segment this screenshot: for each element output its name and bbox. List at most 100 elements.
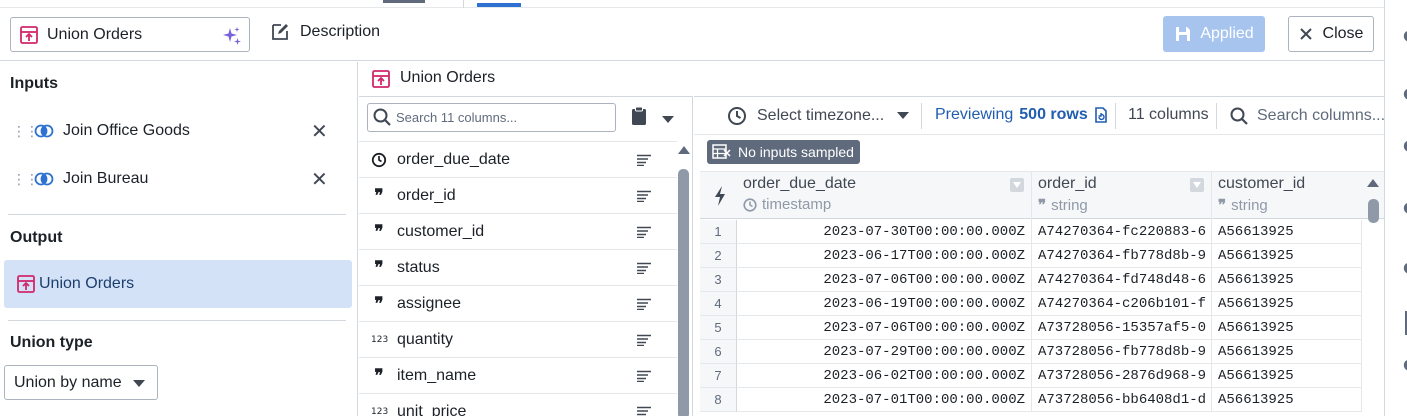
close-button[interactable]: Close <box>1288 16 1374 52</box>
table-row[interactable]: 4 2023-06-19T00:00:00.000Z A74270364-c206b… <box>700 292 1384 316</box>
column-header[interactable]: order_id ❞ string <box>1032 172 1212 220</box>
sort-lines-icon[interactable] <box>636 370 652 382</box>
sort-lines-icon[interactable] <box>636 334 652 346</box>
column-header[interactable]: order_due_date timestamp <box>737 172 1032 220</box>
column-list-item[interactable]: 123 quantity <box>359 321 677 357</box>
column-list-item[interactable]: ❞ customer_id <box>359 213 677 249</box>
output-dataset-title: Union Orders <box>400 69 496 86</box>
cell-customer-id[interactable]: A56613925 <box>1212 220 1362 244</box>
rail-icon[interactable]: ◖ <box>1403 198 1407 216</box>
column-list-item[interactable]: 123 unit_price <box>359 393 677 416</box>
timezone-select[interactable]: Select timezone... <box>727 106 884 126</box>
sort-lines-icon[interactable] <box>636 262 652 274</box>
sort-lines-icon[interactable] <box>636 226 652 238</box>
cell-order-due-date[interactable]: 2023-06-17T00:00:00.000Z <box>737 244 1032 268</box>
column-menu-icon[interactable] <box>1190 178 1204 192</box>
cell-order-id[interactable]: A73728056-15357af5-0 <box>1032 316 1212 340</box>
input-item[interactable]: ⋮⋮ Join Office Goods ✕ <box>0 113 358 149</box>
join-icon <box>34 172 54 186</box>
column-header-name: order_id <box>1038 175 1097 192</box>
sort-lines-icon[interactable] <box>636 190 652 202</box>
sort-lines-icon[interactable] <box>636 298 652 310</box>
sort-lines-icon[interactable] <box>636 154 652 166</box>
column-list-item[interactable]: ❞ item_name <box>359 357 677 393</box>
column-header-name: customer_id <box>1218 175 1306 192</box>
column-list-item[interactable]: ❞ order_id <box>359 177 677 213</box>
number-icon: 123 <box>371 406 389 416</box>
column-name: status <box>397 258 440 276</box>
cell-order-id[interactable]: A73728056-fb778d8b-9 <box>1032 340 1212 364</box>
preview-rows-button[interactable]: Previewing 500 rows <box>935 106 1108 124</box>
scrollbar-thumb[interactable] <box>1368 199 1379 223</box>
number-icon: 123 <box>371 334 389 345</box>
cell-customer-id[interactable]: A56613925 <box>1212 268 1362 292</box>
table-row[interactable]: 3 2023-07-06T00:00:00.000Z A74270364-fd748… <box>700 268 1384 292</box>
output-title-bar: Union Orders <box>359 62 1384 96</box>
output-item[interactable]: Union Orders <box>4 260 352 308</box>
toolbar-divider <box>1216 103 1217 129</box>
column-list-item[interactable]: order_due_date <box>359 141 677 177</box>
cell-customer-id[interactable]: A56613925 <box>1212 244 1362 268</box>
column-name: quantity <box>397 330 454 348</box>
cell-customer-id[interactable]: A56613925 <box>1212 340 1362 364</box>
cell-order-id[interactable]: A74270364-fb778d8b-9 <box>1032 244 1212 268</box>
remove-input-icon[interactable]: ✕ <box>311 167 328 192</box>
cell-order-due-date[interactable]: 2023-06-19T00:00:00.000Z <box>737 292 1032 316</box>
cell-order-id[interactable]: A74270364-fd748d48-6 <box>1032 268 1212 292</box>
table-row[interactable]: 1 2023-07-30T00:00:00.000Z A74270364-fc220… <box>700 220 1384 244</box>
column-list-item[interactable]: ❞ status <box>359 249 677 285</box>
quote-icon: ❞ <box>1218 196 1227 214</box>
cell-order-due-date[interactable]: 2023-07-29T00:00:00.000Z <box>737 340 1032 364</box>
sort-lines-icon[interactable] <box>636 406 652 416</box>
column-menu-icon[interactable] <box>1010 178 1024 192</box>
cell-customer-id[interactable]: A56613925 <box>1212 316 1362 340</box>
rail-icon[interactable]: ◖ <box>1403 355 1407 373</box>
description-button[interactable]: Description <box>270 22 380 42</box>
section-divider <box>8 214 346 215</box>
cell-order-due-date[interactable]: 2023-06-02T00:00:00.000Z <box>737 364 1032 388</box>
cell-order-due-date[interactable]: 2023-07-30T00:00:00.000Z <box>737 220 1032 244</box>
table-row[interactable]: 6 2023-07-29T00:00:00.000Z A73728056-fb778… <box>700 340 1384 364</box>
cell-order-due-date[interactable]: 2023-07-01T00:00:00.000Z <box>737 388 1032 412</box>
cell-order-due-date[interactable]: 2023-07-06T00:00:00.000Z <box>737 316 1032 340</box>
applied-button[interactable]: Applied <box>1163 16 1265 52</box>
cell-customer-id[interactable]: A56613925 <box>1212 364 1362 388</box>
table-scrollbar[interactable] <box>1366 177 1380 416</box>
cell-customer-id[interactable]: A56613925 <box>1212 292 1362 316</box>
scrollbar-thumb[interactable] <box>678 169 689 416</box>
table-row[interactable]: 7 2023-06-02T00:00:00.000Z A73728056-2876d… <box>700 364 1384 388</box>
row-number: 4 <box>700 292 737 316</box>
transform-name-input[interactable]: Union Orders <box>10 17 250 52</box>
cell-order-due-date[interactable]: 2023-07-06T00:00:00.000Z <box>737 268 1032 292</box>
cell-order-id[interactable]: A73728056-2876d968-9 <box>1032 364 1212 388</box>
table-row[interactable]: 8 2023-07-01T00:00:00.000Z A73728056-bb640… <box>700 388 1384 412</box>
lightning-icon[interactable] <box>713 185 727 207</box>
column-header[interactable]: customer_id ❞ string <box>1212 172 1384 220</box>
remove-input-icon[interactable]: ✕ <box>311 119 328 144</box>
column-name: order_id <box>397 186 456 204</box>
cell-order-id[interactable]: A74270364-c206b101-f <box>1032 292 1212 316</box>
union-type-select[interactable]: Union by name <box>4 365 158 400</box>
rail-icon[interactable]: ◖ <box>1403 258 1407 276</box>
applied-label: Applied <box>1200 25 1254 42</box>
columns-scrollbar[interactable] <box>677 141 690 416</box>
column-search-placeholder: Search 11 columns... <box>396 110 518 125</box>
scroll-up-icon[interactable] <box>678 146 690 154</box>
cell-customer-id[interactable]: A56613925 <box>1212 388 1362 412</box>
column-search-input[interactable]: Search 11 columns... <box>367 103 616 132</box>
cell-order-id[interactable]: A74270364-fc220883-6 <box>1032 220 1212 244</box>
columns-search-input[interactable]: Search columns... <box>1229 106 1384 126</box>
scroll-up-icon[interactable] <box>1367 179 1379 187</box>
sparkle-icon[interactable] <box>221 25 243 47</box>
clipboard-icon[interactable] <box>631 106 647 126</box>
caret-down-icon[interactable] <box>897 112 909 119</box>
caret-down-icon[interactable] <box>662 116 674 123</box>
input-item[interactable]: ⋮⋮ Join Bureau ✕ <box>0 161 358 197</box>
cell-order-id[interactable]: A73728056-bb6408d1-d <box>1032 388 1212 412</box>
table-row[interactable]: 2 2023-06-17T00:00:00.000Z A74270364-fb778… <box>700 244 1384 268</box>
column-list-item[interactable]: ❞ assignee <box>359 285 677 321</box>
rail-icon[interactable]: ◖ <box>1403 26 1407 44</box>
rail-icon[interactable]: ◖ <box>1403 136 1407 154</box>
rail-icon[interactable]: ◖ <box>1403 84 1407 102</box>
table-row[interactable]: 5 2023-07-06T00:00:00.000Z A73728056-15357… <box>700 316 1384 340</box>
